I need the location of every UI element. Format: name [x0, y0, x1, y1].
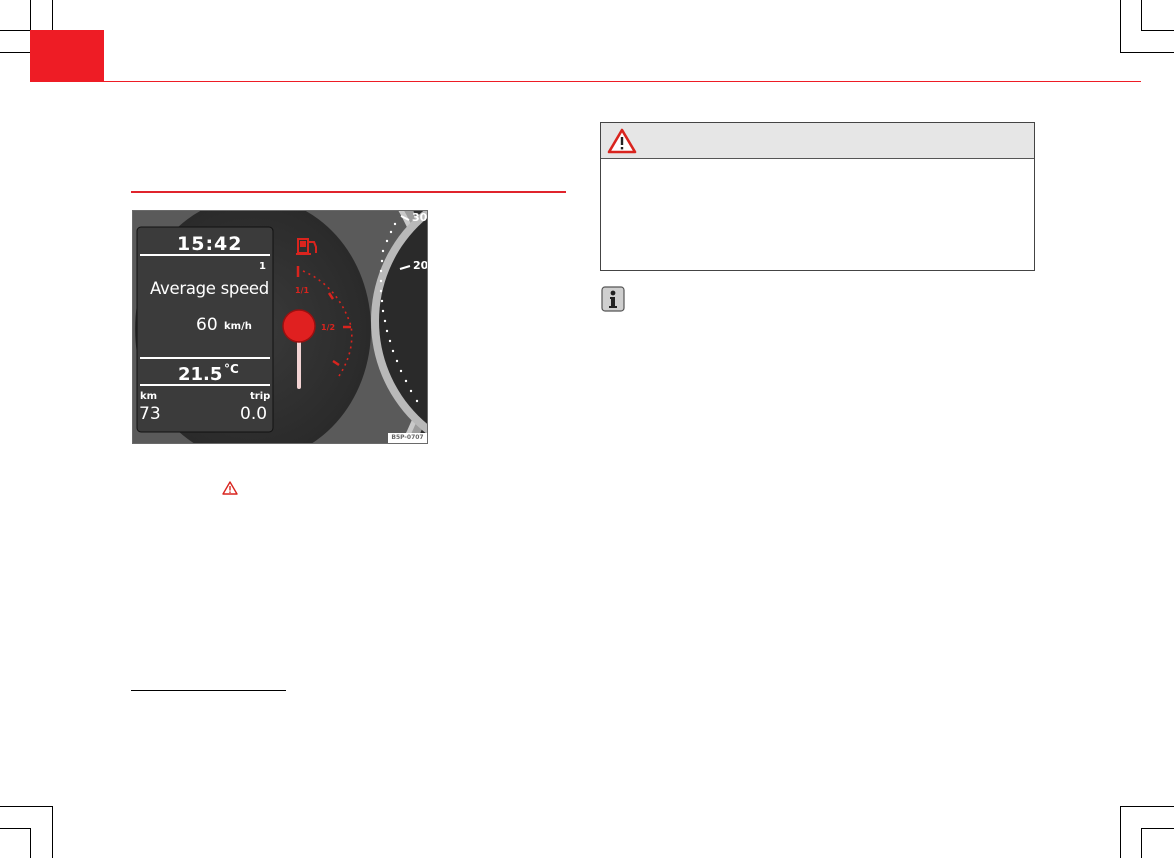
display-temperature-value: 21.5: [178, 364, 223, 385]
header-rule: [104, 81, 1141, 82]
crop-mark: [1120, 806, 1121, 858]
warning-triangle-icon[interactable]: [222, 481, 238, 495]
warning-box: [600, 122, 1035, 271]
display-temperature-unit: °C: [224, 362, 239, 376]
fuel-gauge-mark: 1/1: [295, 286, 309, 295]
crop-mark: [1141, 828, 1142, 858]
crop-mark: [1141, 30, 1174, 31]
display-page-index: 1: [259, 261, 266, 272]
crop-mark: [0, 30, 30, 31]
crop-mark: [30, 0, 31, 30]
display-odometer-value: 73: [139, 404, 161, 424]
display-clock: 15:42: [177, 233, 243, 255]
display-odometer-label: km: [140, 391, 158, 402]
speedometer-mark: 20: [413, 259, 428, 272]
section-rule: [131, 191, 566, 193]
figure-code: B5P-0707: [388, 433, 427, 443]
info-icon: [601, 286, 625, 312]
display-trip-value: 0.0: [240, 404, 268, 424]
crop-mark: [30, 828, 31, 858]
warning-triangle-icon: [607, 128, 637, 154]
chapter-tab: [30, 30, 104, 82]
display-average-speed-label: Average speed: [150, 279, 269, 298]
crop-mark: [1141, 0, 1142, 30]
fuel-gauge-mark: 1/2: [321, 323, 335, 332]
crop-mark: [0, 828, 30, 829]
crop-mark: [1141, 828, 1174, 829]
gauge-hub: [282, 309, 316, 343]
crop-mark: [0, 806, 52, 807]
footnote-rule: [131, 690, 286, 691]
dashboard-figure: 30 20 1/1 1/2 15:42 1 Average speed 60 k…: [132, 210, 428, 444]
crop-mark: [1120, 0, 1121, 52]
display-trip-label: trip: [250, 391, 271, 402]
warning-box-header: [601, 123, 1034, 159]
display-speed-unit: km/h: [224, 321, 252, 332]
crop-mark: [1120, 806, 1174, 807]
display-speed-value: 60: [196, 315, 218, 335]
manual-page: 30 20 1/1 1/2 15:42 1 Average speed 60 k…: [0, 0, 1174, 858]
speedometer-mark: 30: [412, 211, 428, 224]
crop-mark: [52, 806, 53, 858]
crop-mark: [1120, 52, 1174, 53]
